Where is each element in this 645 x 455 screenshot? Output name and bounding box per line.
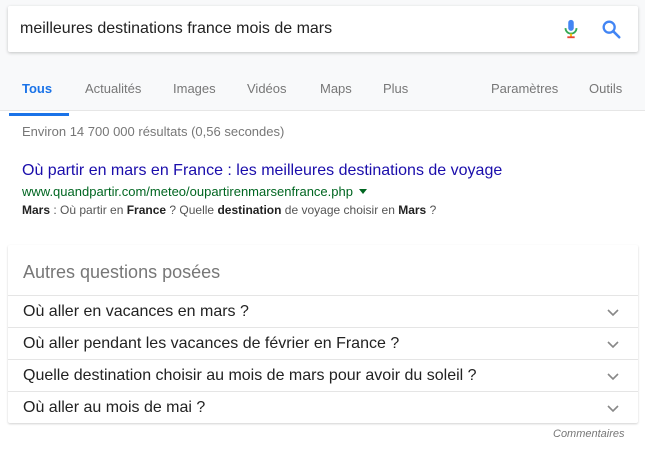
microphone-icon[interactable] [560,18,582,40]
people-also-ask-box: Autres questions posées Où aller en vaca… [8,245,638,423]
result-snippet: Mars : Où partir en France ? Quelle dest… [22,203,436,217]
chevron-down-icon[interactable] [606,337,620,351]
people-also-ask-title: Autres questions posées [23,262,221,282]
paa-question-item[interactable]: Où aller pendant les vacances de février… [8,327,638,359]
chevron-down-icon[interactable] [606,305,620,319]
paa-question-item[interactable]: Où aller en vacances en mars ? [8,295,638,327]
result-url[interactable]: www.quandpartir.com/meteo/oupartirenmars… [22,184,353,199]
snippet-segment: ? Quelle [166,203,218,217]
tab-plus[interactable]: Plus [383,81,408,116]
snippet-segment: de voyage choisir en [281,203,399,217]
chevron-down-icon[interactable] [606,401,620,415]
snippet-segment: Mars [398,203,427,217]
tab-maps[interactable]: Maps [320,81,352,116]
search-input[interactable] [20,6,560,52]
snippet-segment: : Où partir en [50,203,127,217]
snippet-segment: Mars [22,203,51,217]
snippet-segment: ? [426,203,437,217]
feedback-link[interactable]: Commentaires [553,428,625,440]
paa-question-text: Où aller en vacances en mars ? [23,303,249,320]
snippet-segment: France [126,203,167,217]
tab-tous[interactable]: Tous [8,81,70,116]
tab-actualites[interactable]: Actualités [85,81,141,116]
snippet-segment: destination [217,203,282,217]
paa-question-item[interactable]: Quelle destination choisir au mois de ma… [8,359,638,391]
caret-down-icon[interactable] [358,189,367,194]
tab-outils[interactable]: Outils [589,81,622,116]
result-url-row: www.quandpartir.com/meteo/oupartirenmars… [22,184,367,199]
tab-videos[interactable]: Vidéos [247,81,287,116]
paa-question-text: Où aller au mois de mai ? [23,399,206,416]
paa-question-item[interactable]: Où aller au mois de mai ? [8,391,638,423]
search-icon[interactable] [600,18,622,40]
result-title-link[interactable]: Où partir en mars en France : les meille… [22,162,502,180]
result-stats: Environ 14 700 000 résultats (0,56 secon… [22,124,285,139]
paa-question-text: Où aller pendant les vacances de février… [23,335,400,352]
paa-question-text: Quelle destination choisir au mois de ma… [23,367,477,384]
search-tabs: Tous Actualités Images Vidéos Maps Plus … [0,76,645,116]
chevron-down-icon[interactable] [606,369,620,383]
tab-images[interactable]: Images [173,81,216,116]
search-box [8,6,638,52]
tab-parametres[interactable]: Paramètres [491,81,558,116]
search-header: Tous Actualités Images Vidéos Maps Plus … [0,0,645,116]
